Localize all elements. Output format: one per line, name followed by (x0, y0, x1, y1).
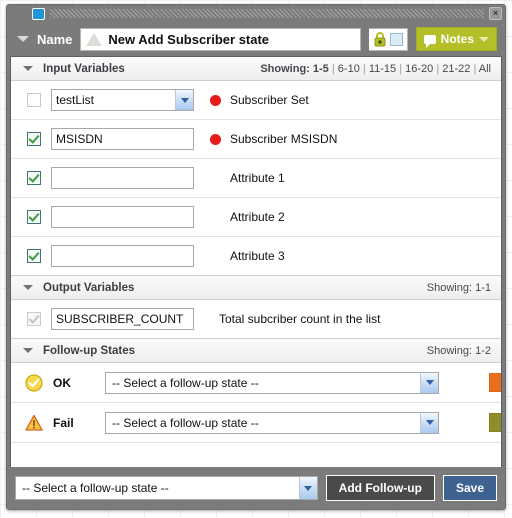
warning-triangle-icon (25, 414, 43, 432)
page-link-11-15[interactable]: 11-15 (369, 63, 396, 75)
input-variable-text-input[interactable] (51, 206, 194, 228)
chevron-down-icon[interactable] (17, 36, 29, 42)
input-variable-label: Attribute 2 (230, 210, 285, 224)
followup-states-title: Follow-up States (43, 344, 135, 357)
input-variable-checkbox[interactable] (27, 93, 41, 107)
ok-check-circle-icon (25, 373, 43, 392)
page-link-16-20[interactable]: 16-20 (405, 63, 433, 75)
followup-color-swatch[interactable] (489, 413, 501, 432)
output-variables-title: Output Variables (43, 281, 135, 294)
followup-target-select[interactable]: -- Select a follow-up state -- (105, 411, 439, 434)
chevron-down-icon[interactable] (175, 90, 193, 110)
page-link-21-22[interactable]: 21-22 (442, 63, 470, 75)
dialog-footer: -- Select a follow-up state -- Add Follo… (7, 467, 505, 509)
page-link-1-5[interactable]: 1-5 (313, 63, 329, 75)
input-variable-select[interactable]: testList (51, 89, 194, 111)
state-editor-window: × Name New Add Subscriber state Notes In… (6, 4, 506, 510)
input-variables-header: Input Variables Showing: 1-5 | 6-10 | 11… (11, 57, 501, 81)
page-separator: | (328, 62, 338, 75)
input-variable-checkbox[interactable] (27, 171, 41, 185)
followup-state-row: OK -- Select a follow-up state -- (11, 363, 501, 403)
page-separator: | (433, 62, 443, 75)
state-name-input[interactable]: New Add Subscriber state (80, 27, 361, 51)
titlebar-drag-grip[interactable] (50, 9, 484, 18)
state-triangle-icon (86, 32, 103, 46)
output-variable-checkbox (27, 312, 41, 326)
lock-control-group (368, 27, 408, 51)
chevron-down-icon[interactable] (479, 36, 489, 42)
page-links[interactable]: 1-5 | 6-10 | 11-15 | 16-20 | 21-22 | All (313, 63, 491, 75)
output-variable-label: Total subcriber count in the list (219, 312, 381, 326)
input-variable-row: Attribute 2 (11, 198, 501, 237)
lock-checkbox[interactable] (389, 32, 403, 46)
followup-state-row: Fail -- Select a follow-up state -- (11, 403, 501, 443)
required-indicator-icon (210, 133, 221, 145)
chevron-down-icon[interactable] (23, 66, 33, 71)
followup-state-name: OK (53, 375, 71, 390)
add-followup-button[interactable]: Add Follow-up (325, 475, 435, 501)
input-variable-label: Subscriber MSISDN (230, 132, 338, 146)
followup-state-select[interactable]: -- Select a follow-up state -- (15, 476, 318, 500)
page-separator: | (470, 62, 479, 75)
speech-bubble-icon (423, 34, 436, 48)
input-variable-checkbox[interactable] (27, 249, 41, 263)
chevron-down-icon[interactable] (420, 372, 438, 393)
dialog-content: Input Variables Showing: 1-5 | 6-10 | 11… (10, 56, 502, 467)
page-separator: | (359, 62, 369, 75)
followup-target-value: -- Select a follow-up state -- (112, 415, 259, 430)
name-bar: Name New Add Subscriber state Notes (7, 22, 505, 56)
page-separator: | (396, 62, 406, 75)
input-variable-text-input[interactable]: MSISDN (51, 128, 194, 150)
followup-state-select-value: -- Select a follow-up state -- (22, 481, 169, 495)
input-variable-row: MSISDN Subscriber MSISDN (11, 120, 501, 159)
input-variable-label: Subscriber Set (230, 93, 309, 107)
input-variable-text-input[interactable] (51, 245, 194, 267)
output-variables-showing: Showing: 1-1 (426, 281, 491, 294)
state-name-value: New Add Subscriber state (108, 31, 270, 47)
chevron-down-icon[interactable] (23, 285, 33, 290)
lock-icon (374, 32, 386, 47)
required-indicator-icon (210, 94, 221, 106)
followup-states-list: OK -- Select a follow-up state -- Fail -- S… (11, 363, 501, 443)
window-titlebar: × (7, 5, 505, 22)
followup-target-select[interactable]: -- Select a follow-up state -- (105, 371, 439, 394)
chevron-down-icon[interactable] (298, 477, 317, 499)
input-variable-label: Attribute 1 (230, 171, 285, 185)
input-variables-title: Input Variables (43, 62, 125, 75)
app-window-icon (32, 7, 45, 20)
output-variables-header: Output Variables Showing: 1-1 (11, 276, 501, 300)
output-variable-value: SUBSCRIBER_COUNT (56, 312, 184, 326)
page-link-all[interactable]: All (479, 63, 491, 75)
save-button[interactable]: Save (442, 475, 497, 501)
close-icon[interactable]: × (489, 7, 502, 20)
input-variable-checkbox[interactable] (27, 210, 41, 224)
input-variables-paging: Showing: 1-5 | 6-10 | 11-15 | 16-20 | 21… (260, 63, 491, 75)
output-variables-list: SUBSCRIBER_COUNT Total subcriber count in… (11, 300, 501, 339)
output-variable-row: SUBSCRIBER_COUNT Total subcriber count in… (11, 300, 501, 339)
chevron-down-icon[interactable] (23, 348, 33, 353)
input-variable-value: MSISDN (56, 132, 103, 146)
followup-target-value: -- Select a follow-up state -- (112, 375, 259, 390)
followup-color-swatch[interactable] (489, 373, 501, 392)
followup-states-header: Follow-up States Showing: 1-2 (11, 339, 501, 363)
notes-button-label: Notes (440, 32, 474, 46)
output-variable-text-input[interactable]: SUBSCRIBER_COUNT (51, 308, 194, 330)
input-variable-checkbox[interactable] (27, 132, 41, 146)
input-variable-value: testList (56, 93, 95, 107)
chevron-down-icon[interactable] (420, 412, 438, 433)
input-variables-list: testList Subscriber Set MSISDN Subscriber M… (11, 81, 501, 276)
input-variable-text-input[interactable] (51, 167, 194, 189)
followup-state-name: Fail (53, 415, 74, 430)
input-variable-row: testList Subscriber Set (11, 81, 501, 120)
followup-states-showing: Showing: 1-2 (426, 344, 491, 357)
input-variable-row: Attribute 3 (11, 237, 501, 276)
page-link-6-10[interactable]: 6-10 (338, 63, 360, 75)
showing-label: Showing: (260, 62, 310, 75)
name-label: Name (37, 31, 73, 47)
input-variable-row: Attribute 1 (11, 159, 501, 198)
input-variable-label: Attribute 3 (230, 249, 285, 263)
notes-button[interactable]: Notes (415, 27, 497, 51)
